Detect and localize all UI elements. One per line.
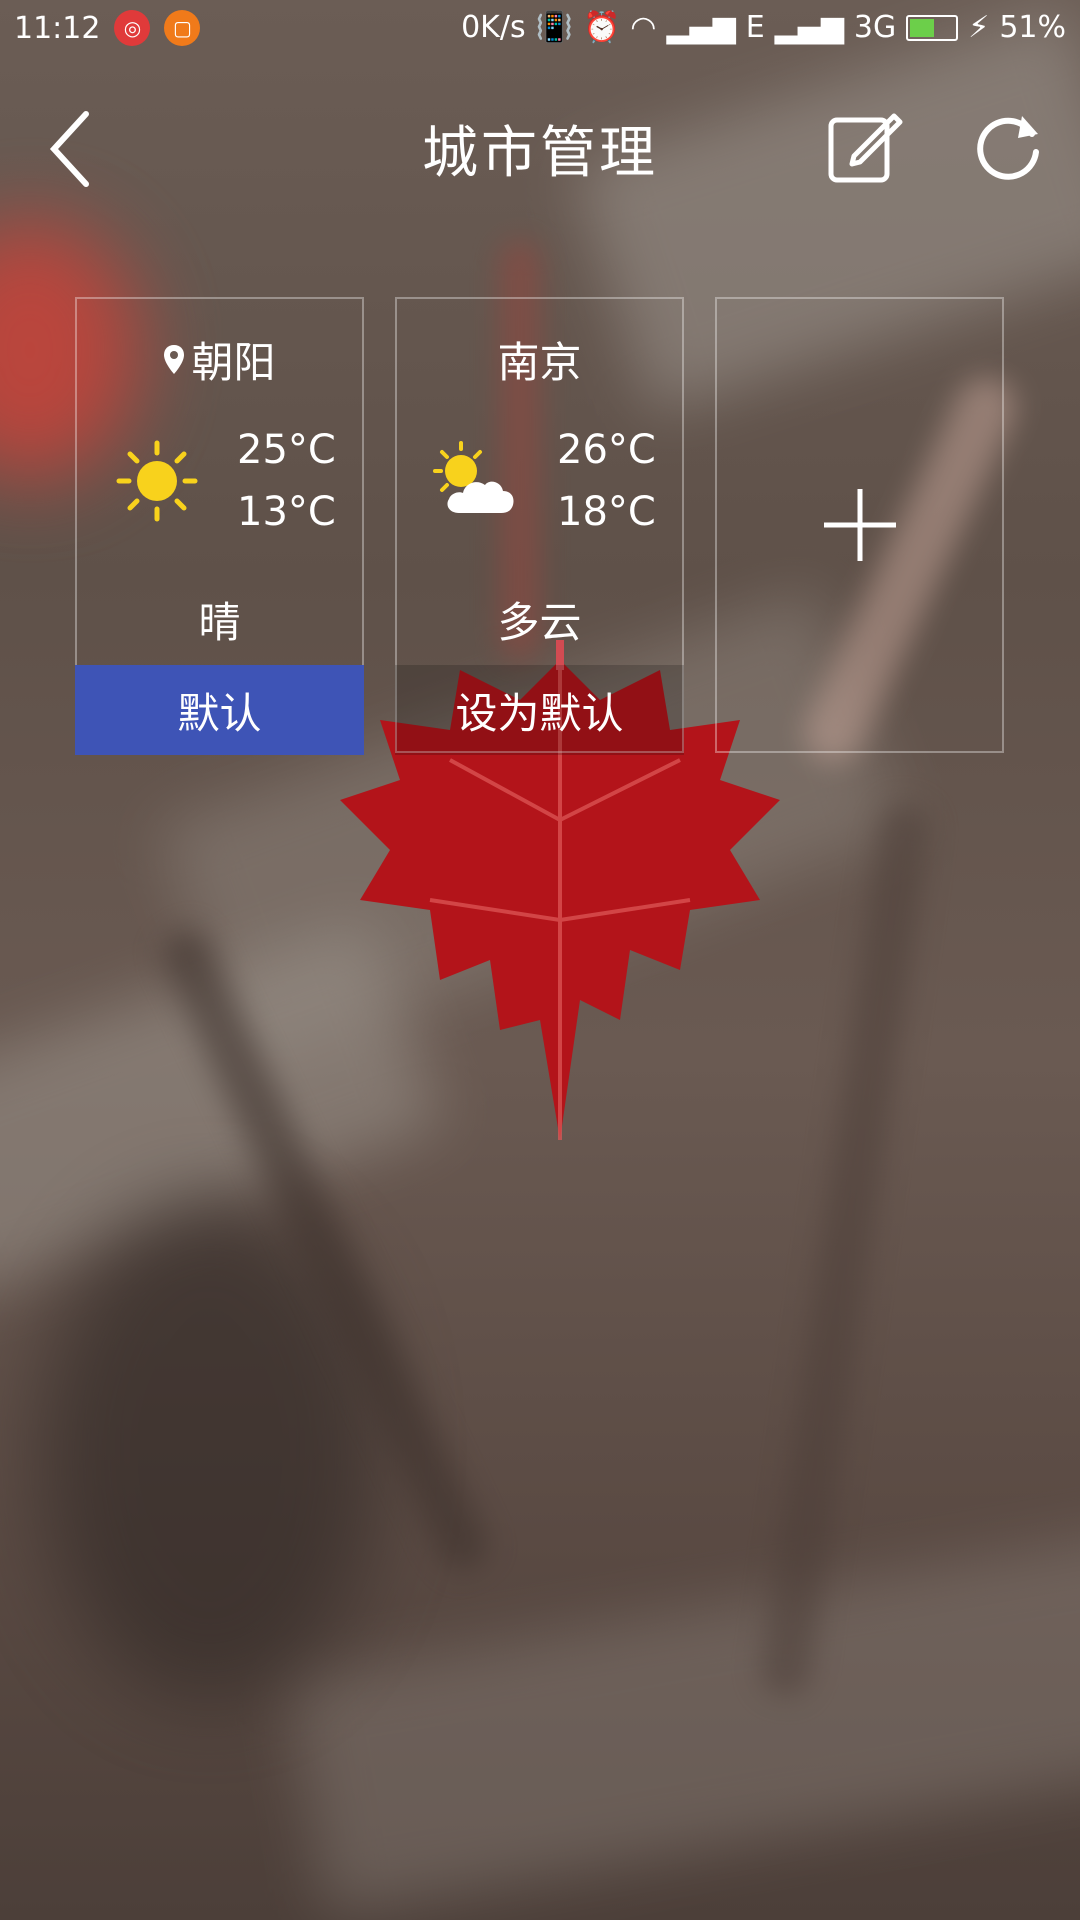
app-notification-icon: ▢ — [164, 10, 201, 46]
plus-icon — [823, 489, 896, 561]
city-name: 南京 — [497, 338, 582, 387]
edit-icon[interactable] — [826, 106, 906, 186]
network-type-3g: 3G — [853, 10, 897, 45]
netease-music-icon: ◎ — [114, 10, 151, 46]
temp-high: 25°C — [237, 427, 336, 473]
add-city-button[interactable] — [717, 299, 1002, 751]
city-card-nanjing[interactable]: 南京 26°C 18°C 多云 设为默认 — [395, 297, 684, 755]
city-name-row: 朝阳 — [77, 329, 362, 390]
signal-3g-icon: ▂▄▆ — [774, 10, 844, 45]
set-default-button[interactable]: 设为默认 — [395, 665, 684, 755]
weather-condition: 晴 — [198, 598, 241, 647]
page-title: 城市管理 — [422, 121, 658, 186]
status-time: 11:12 — [14, 10, 101, 46]
background-photo — [0, 0, 1080, 1920]
city-name: 朝阳 — [191, 338, 276, 387]
temp-low: 13°C — [237, 489, 336, 535]
vibrate-icon: 📳 — [535, 10, 573, 45]
partly-cloudy-icon — [433, 441, 514, 513]
default-button[interactable]: 默认 — [75, 665, 364, 755]
add-city-card[interactable] — [715, 297, 1004, 753]
network-speed: 0K/s — [461, 10, 526, 45]
city-name-row: 南京 — [397, 329, 682, 390]
wifi-icon: ◠ — [630, 10, 657, 45]
status-bar: 11:12 ◎ ▢ 0K/s 📳 ⏰ ◠ ▂▄▆ E ▂▄▆ 3G ⚡ 51% — [0, 0, 1080, 62]
refresh-icon[interactable] — [972, 106, 1048, 186]
signal-icon: ▂▄▆ — [666, 10, 736, 45]
location-pin-icon — [164, 344, 185, 374]
header: 城市管理 — [0, 80, 1080, 210]
alarm-icon: ⏰ — [582, 10, 621, 45]
weather-condition: 多云 — [497, 598, 582, 647]
battery-icon — [906, 14, 959, 41]
network-type-e: E — [745, 10, 765, 45]
temp-high: 26°C — [557, 427, 656, 473]
temp-low: 18°C — [557, 489, 656, 535]
city-card-chaoyang[interactable]: 朝阳 25°C 13°C 晴 默认 — [75, 297, 364, 755]
battery-percent: 51% — [999, 10, 1066, 45]
sun-icon — [116, 440, 198, 522]
charging-icon: ⚡ — [968, 10, 990, 45]
